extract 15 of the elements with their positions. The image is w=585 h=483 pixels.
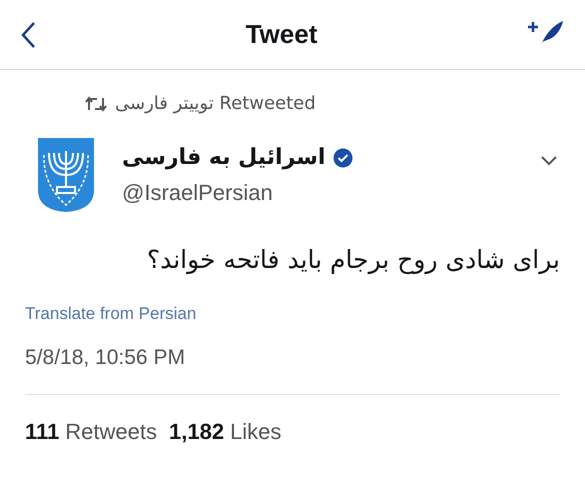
retweeted-by-text: توییتر فارسی Retweeted	[115, 92, 316, 116]
chevron-down-icon[interactable]	[540, 155, 558, 167]
emblem-icon	[35, 135, 97, 213]
author-name[interactable]: اسرائیل به فارسی	[122, 141, 326, 174]
tweet-text: برای شادی روح برجام باید فاتحه خواند؟	[146, 244, 560, 276]
header-title: Tweet	[246, 18, 318, 51]
stat-count[interactable]: 111	[25, 414, 60, 448]
retweet-icon	[85, 96, 107, 112]
tweet-timestamp: 5/8/18, 10:56 PM	[25, 345, 186, 371]
back-icon[interactable]	[20, 20, 36, 48]
author-handle[interactable]: @IsraelPersian	[122, 176, 354, 209]
stat-label[interactable]: Likes	[230, 414, 282, 448]
stat-label[interactable]: Retweets	[65, 414, 157, 448]
translate-link[interactable]: Translate from Persian	[25, 300, 560, 326]
stat-count[interactable]: 1,182	[169, 414, 224, 448]
